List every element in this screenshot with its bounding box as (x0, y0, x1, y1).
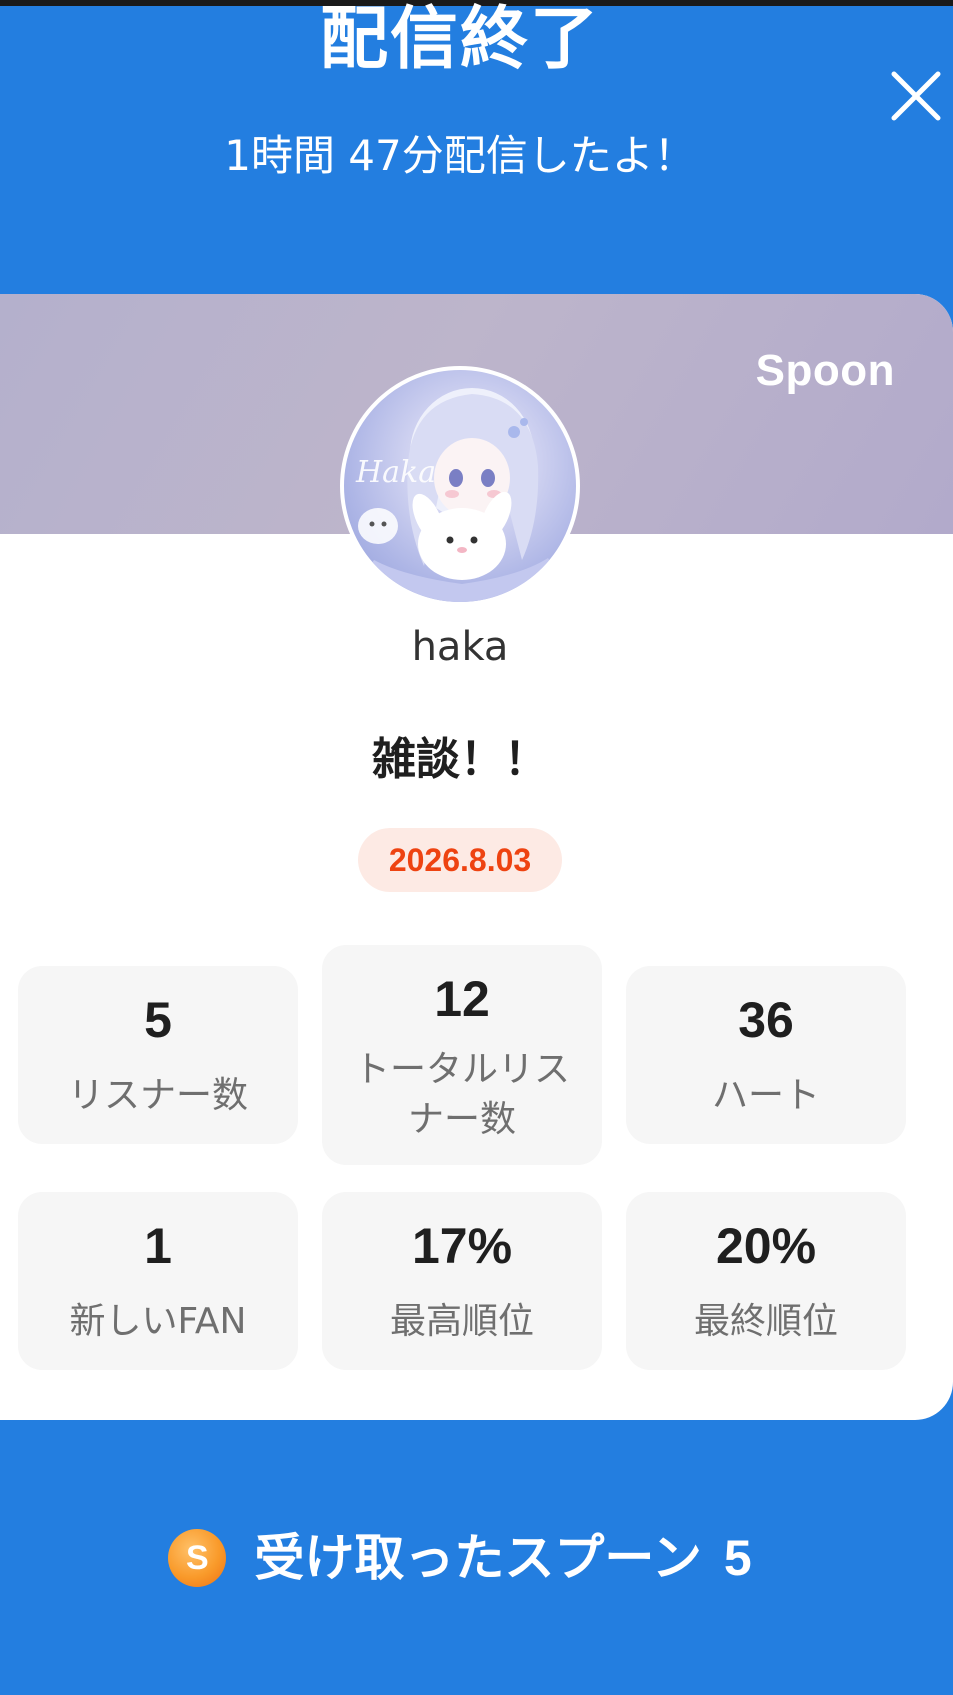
stream-title: 雑談！！ (372, 734, 548, 785)
brand-logo: Spoon (755, 346, 895, 395)
stat-new-fans: 1 新しいFAN (18, 1192, 298, 1370)
summary-card: Spoon Haka haka 雑談！！ 2026.8.03 5 リスナー数 1… (0, 294, 953, 1420)
received-spoons: S 受け取ったスプーン 5 (0, 1526, 920, 1590)
stat-label: 最高順位 (389, 1301, 534, 1342)
page-title: 配信終了 (319, 0, 600, 79)
close-button[interactable] (888, 68, 944, 124)
received-spoons-count: 5 (723, 1530, 752, 1586)
stat-final-rank: 20% 最終順位 (626, 1192, 906, 1370)
stat-label: 最終順位 (693, 1301, 838, 1342)
stat-value: 17% (411, 1218, 513, 1274)
stat-label: トータルリスナー数 (353, 1049, 570, 1140)
stat-total-listeners: 12 トータルリスナー数 (322, 945, 602, 1165)
stat-label: 新しいFAN (69, 1301, 247, 1342)
stat-value: 5 (144, 992, 172, 1048)
stat-value: 20% (715, 1218, 817, 1274)
date-badge: 2026.8.03 (358, 828, 562, 892)
avatar-illustration: Haka (344, 388, 576, 602)
stat-value: 1 (144, 1218, 172, 1274)
stat-value: 36 (738, 992, 794, 1048)
svg-text:Haka: Haka (355, 455, 436, 490)
broadcast-duration: 1時間 47分配信したよ！ (224, 131, 696, 180)
avatar[interactable]: Haka (340, 366, 580, 606)
received-spoons-label: 受け取ったスプーン (254, 1529, 702, 1587)
username: haka (411, 624, 509, 670)
stat-value: 12 (434, 971, 490, 1027)
stat-hearts: 36 ハート (626, 966, 906, 1144)
stat-highest-rank: 17% 最高順位 (322, 1192, 602, 1370)
stat-label: ハート (711, 1075, 820, 1116)
stat-listeners: 5 リスナー数 (18, 966, 298, 1144)
stat-label: リスナー数 (67, 1075, 248, 1116)
spoon-coin-icon: S (168, 1529, 227, 1587)
close-icon (891, 71, 941, 121)
